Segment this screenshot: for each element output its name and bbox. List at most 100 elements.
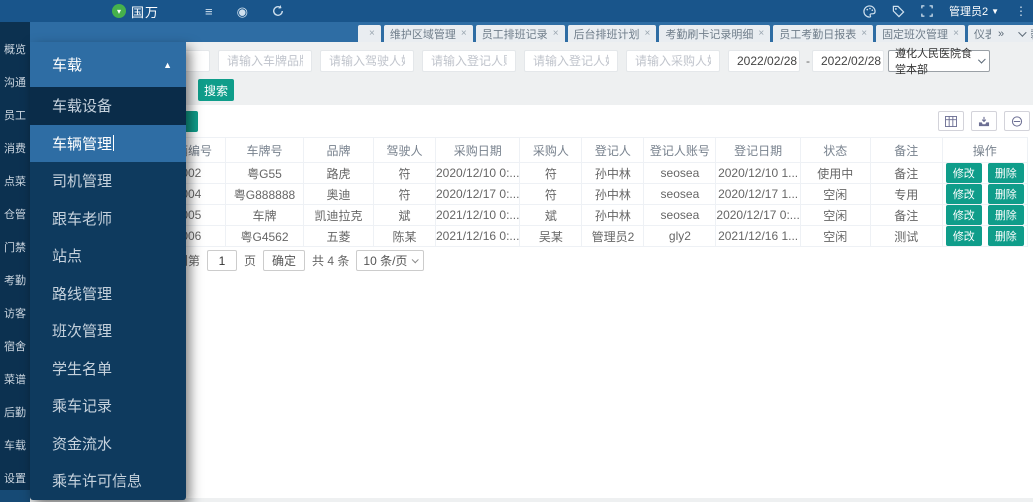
column-header-品牌: 品牌 (303, 137, 374, 163)
delete-button[interactable]: 删除 (987, 163, 1024, 183)
sidebar-item-后勤[interactable]: 后勤 (0, 395, 30, 428)
column-header-驾驶人: 驾驶人 (373, 137, 436, 163)
menu-fold-icon[interactable]: ≡ (205, 5, 213, 18)
dot-circle-icon[interactable]: ◉ (237, 5, 248, 18)
table-cell: seosea (643, 162, 717, 184)
flyout-item-车载设备[interactable]: 车载设备 (30, 87, 186, 125)
tab-label: 员工考勤日报表 (779, 28, 857, 41)
tab-close-icon[interactable]: × (861, 28, 867, 39)
tab-close-icon[interactable]: × (461, 28, 467, 39)
edit-button[interactable]: 修改 (945, 205, 982, 225)
tag-icon[interactable] (892, 5, 905, 18)
user-menu[interactable]: 管理员2 ▼ (949, 3, 999, 19)
sidebar-item-访客[interactable]: 访客 (0, 296, 30, 329)
filter-input-3[interactable] (524, 50, 618, 72)
date-from-field[interactable]: 2022/02/28 (728, 50, 800, 72)
org-select[interactable]: 遵化人民医院食堂本部 (888, 48, 990, 76)
columns-toggle-button[interactable] (938, 111, 964, 131)
tab-close-icon[interactable]: × (953, 28, 959, 39)
table-row: 0005 车牌 凯迪拉克斌 2021/12/10 0:... 斌孙中林 seosea 202… (150, 204, 1028, 226)
kebab-menu-icon[interactable]: ⋮ (1015, 4, 1027, 18)
column-header-状态: 状态 (799, 137, 871, 163)
edit-button[interactable]: 修改 (945, 226, 982, 246)
theme-palette-icon[interactable] (863, 4, 876, 18)
sidebar-item-菜谱[interactable]: 菜谱 (0, 362, 30, 395)
tab-item[interactable]: × (358, 25, 381, 42)
actions-cell: 修改 删除 (941, 204, 1028, 226)
tab-item[interactable]: 员工考勤日报表 × (773, 25, 874, 42)
date-to-field[interactable]: 2022/02/28 (812, 50, 884, 72)
fullscreen-icon[interactable] (921, 5, 933, 17)
filter-input-1[interactable] (320, 50, 414, 72)
tab-item[interactable]: 固定班次管理 × (876, 25, 965, 42)
table-cell: 斌 (519, 204, 583, 226)
sidebar-item-员工[interactable]: 员工 (0, 98, 30, 131)
flyout-item-学生名单[interactable]: 学生名单 (30, 350, 186, 388)
sidebar-item-门禁[interactable]: 门禁 (0, 230, 30, 263)
date-to-value: 2022/02/28 (821, 54, 882, 68)
page-size-select[interactable]: 10 条/页 (356, 250, 425, 271)
flyout-item-司机管理[interactable]: 司机管理 (30, 162, 186, 200)
brand-name: 国万 (131, 4, 160, 20)
search-button[interactable]: 搜索 (198, 79, 234, 101)
sidebar-item-点菜[interactable]: 点菜 (0, 164, 30, 197)
column-header-登记人: 登记人 (581, 137, 645, 163)
filter-input-0[interactable] (218, 50, 312, 72)
tab-item[interactable]: 考勤刷卡记录明细 × (659, 25, 771, 42)
column-header-采购人: 采购人 (519, 137, 583, 163)
tab-overflow-button[interactable]: » (991, 25, 1011, 42)
sidebar-item-消费[interactable]: 消费 (0, 131, 30, 164)
tab-close-icon[interactable]: × (645, 28, 651, 39)
flyout-item-车辆管理[interactable]: 车辆管理 (30, 124, 186, 162)
sidebar-item-宿舍[interactable]: 宿舍 (0, 329, 30, 362)
tab-menu-button[interactable] (1011, 25, 1031, 42)
delete-button[interactable]: 删除 (987, 184, 1024, 204)
sidebar-collapse-handle[interactable] (0, 490, 30, 502)
delete-button[interactable]: 删除 (987, 205, 1024, 225)
flyout-item-路线管理[interactable]: 路线管理 (30, 275, 186, 313)
table-cell: 符 (519, 162, 583, 184)
flyout-item-乘车许可信息[interactable]: 乘车许可信息 (30, 462, 186, 500)
flyout-item-label: 车辆管理 (52, 135, 113, 153)
sidebar-item-沟通[interactable]: 沟通 (0, 65, 30, 98)
flyout-item-站点[interactable]: 站点 (30, 237, 186, 275)
table-row: 0006 粤G4562 五菱 陈某 2021/12/16 0:... 吴某 管理员2 gly2… (150, 225, 1028, 247)
page-number-input[interactable] (207, 250, 238, 271)
flyout-item-乘车记录[interactable]: 乘车记录 (30, 387, 186, 425)
table-cell: 2020/12/10 0:... (434, 162, 521, 184)
filter-input-4[interactable] (626, 50, 720, 72)
user-name: 管理员2 (948, 6, 989, 18)
brand-logo-icon: ▾ (112, 4, 126, 18)
flyout-item-跟车老师[interactable]: 跟车老师 (30, 200, 186, 238)
app-window: ▾ 国万 ≡ ◉ 管理员2 ▼ ⋮ × 维护区域管理 × 员工排班记录 × 后台排班计划 ×… (0, 0, 1033, 502)
collapse-arrow-icon: ▲ (163, 59, 172, 70)
delete-button[interactable]: 删除 (987, 226, 1024, 246)
tab-item[interactable]: 员工排班记录 × (475, 25, 565, 42)
sidebar-item-考勤[interactable]: 考勤 (0, 263, 30, 296)
flyout-item-资金流水[interactable]: 资金流水 (30, 425, 186, 463)
refresh-icon[interactable] (272, 5, 284, 17)
flyout-header-vehicle[interactable]: 车载 ▲ (30, 42, 186, 87)
edit-button[interactable]: 修改 (945, 184, 982, 204)
print-icon (1011, 115, 1023, 127)
sidebar-item-仓管[interactable]: 仓管 (0, 197, 30, 230)
edit-button[interactable]: 修改 (945, 163, 982, 183)
tab-item[interactable]: 后台排班计划 × (567, 25, 657, 42)
tab-close-icon[interactable]: × (553, 28, 559, 39)
table-cell: 五菱 (303, 225, 374, 247)
tab-close-icon[interactable]: × (758, 28, 764, 39)
filter-input-2[interactable] (422, 50, 516, 72)
sidebar-item-车载[interactable]: 车载 (0, 428, 30, 461)
flyout-item-班次管理[interactable]: 班次管理 (30, 312, 186, 350)
tab-label: 固定班次管理 (882, 28, 949, 41)
table-cell: 孙中林 (581, 162, 645, 184)
brand: ▾ 国万 (112, 0, 159, 22)
date-from-value: 2022/02/28 (737, 54, 798, 68)
tab-close-icon[interactable]: × (369, 28, 375, 39)
tab-item[interactable]: 维护区域管理 × (383, 25, 473, 42)
confirm-page-button[interactable]: 确定 (263, 250, 306, 271)
export-button[interactable] (971, 111, 997, 131)
sidebar-item-概览[interactable]: 概览 (0, 32, 30, 65)
column-header-登记人账号: 登记人账号 (643, 137, 717, 163)
print-button[interactable] (1004, 111, 1030, 131)
